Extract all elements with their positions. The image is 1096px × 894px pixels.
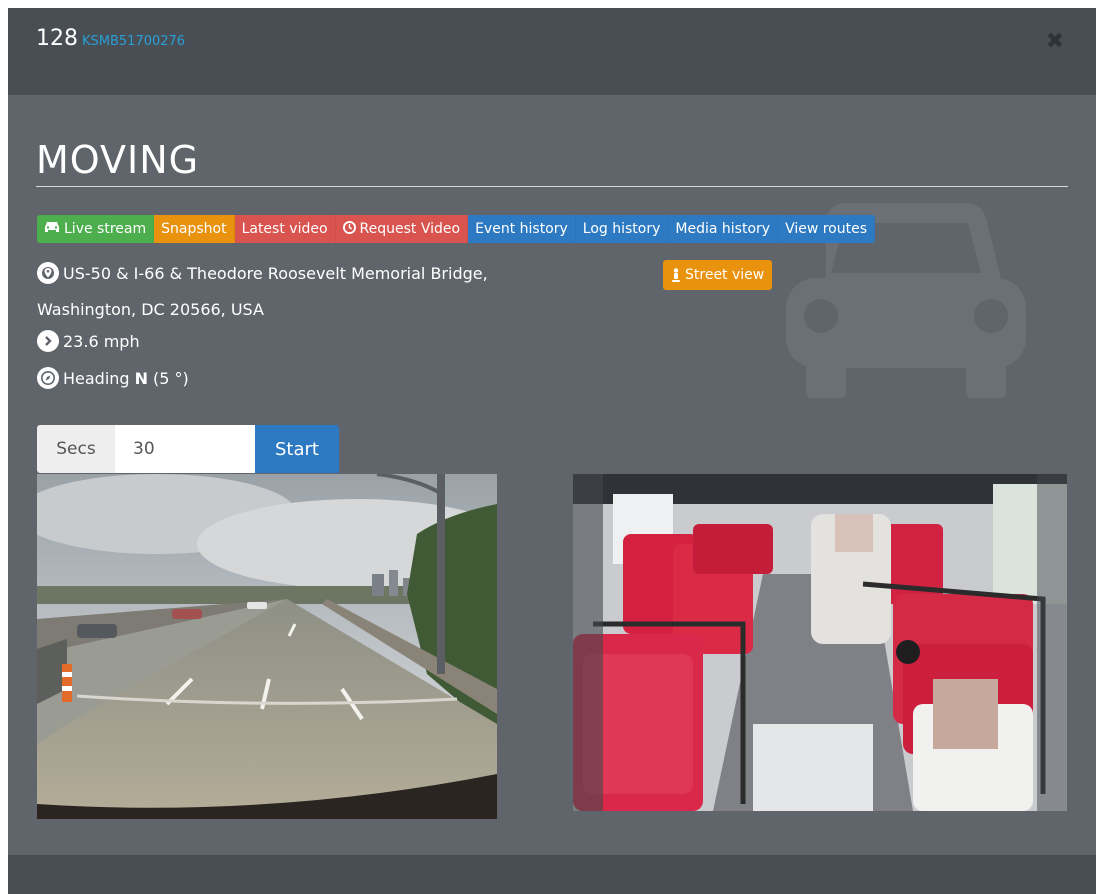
heading-row: Heading N (5 °) (37, 367, 189, 389)
start-button[interactable]: Start (255, 425, 339, 473)
close-icon: ✖ (1045, 28, 1065, 54)
view-routes-button[interactable]: View routes (778, 215, 876, 243)
modal-header: 128 KSMB51700276 ✖ (8, 8, 1096, 95)
request-video-button[interactable]: Request Video (335, 215, 469, 243)
event-history-label: Event history (475, 221, 568, 237)
video-request-form: Secs Start (37, 425, 339, 473)
address-line-1: US-50 & I-66 & Theodore Roosevelt Memori… (37, 262, 488, 284)
log-history-button[interactable]: Log history (575, 215, 669, 243)
address-line-2: Washington, DC 20566, USA (37, 300, 264, 319)
view-routes-label: View routes (785, 221, 868, 237)
street-view-label: Street view (685, 267, 765, 283)
action-button-group: Live stream Snapshot Latest video Reques… (37, 215, 876, 243)
speed-row: 23.6 mph (37, 330, 140, 352)
street-view-button[interactable]: Street view (663, 260, 773, 290)
address-line-1-text: US-50 & I-66 & Theodore Roosevelt Memori… (63, 263, 488, 283)
globe-map-pin-icon (37, 262, 59, 284)
street-view-person-icon (671, 267, 681, 283)
media-history-label: Media history (675, 221, 771, 237)
modal-footer (8, 855, 1096, 894)
vehicle-modal: 128 KSMB51700276 ✖ MOVING Live stream Sna… (8, 8, 1096, 894)
chevron-right-circle-icon (37, 330, 59, 352)
close-button[interactable]: ✖ (1042, 28, 1068, 54)
secs-input[interactable] (115, 425, 255, 473)
interior-camera-image (573, 474, 1067, 811)
address-line-2-text: Washington, DC 20566, USA (37, 300, 264, 319)
snapshot-button[interactable]: Snapshot (154, 215, 235, 243)
latest-video-label: Latest video (241, 221, 328, 237)
vehicle-id-link[interactable]: KSMB51700276 (82, 34, 185, 49)
interior-camera-feed (573, 474, 1067, 811)
snapshot-label: Snapshot (161, 221, 227, 237)
live-stream-label: Live stream (64, 221, 147, 237)
clock-icon (342, 220, 356, 238)
heading-direction: N (134, 368, 148, 388)
car-icon (44, 221, 60, 237)
status-title: MOVING (36, 138, 1068, 187)
event-history-button[interactable]: Event history (468, 215, 576, 243)
front-camera-feed (37, 474, 497, 819)
vehicle-number: 128 (36, 26, 78, 51)
speed-value: 23.6 mph (63, 331, 140, 351)
request-video-label: Request Video (359, 221, 461, 237)
log-history-label: Log history (582, 221, 661, 237)
secs-label: Secs (37, 425, 115, 473)
live-stream-button[interactable]: Live stream (37, 215, 155, 243)
latest-video-button[interactable]: Latest video (234, 215, 336, 243)
media-history-button[interactable]: Media history (668, 215, 779, 243)
modal-title: 128 KSMB51700276 (36, 26, 185, 51)
heading-label: Heading (63, 368, 130, 388)
heading-degrees: (5 °) (152, 368, 189, 388)
front-camera-image (37, 474, 497, 819)
compass-icon (37, 367, 59, 389)
